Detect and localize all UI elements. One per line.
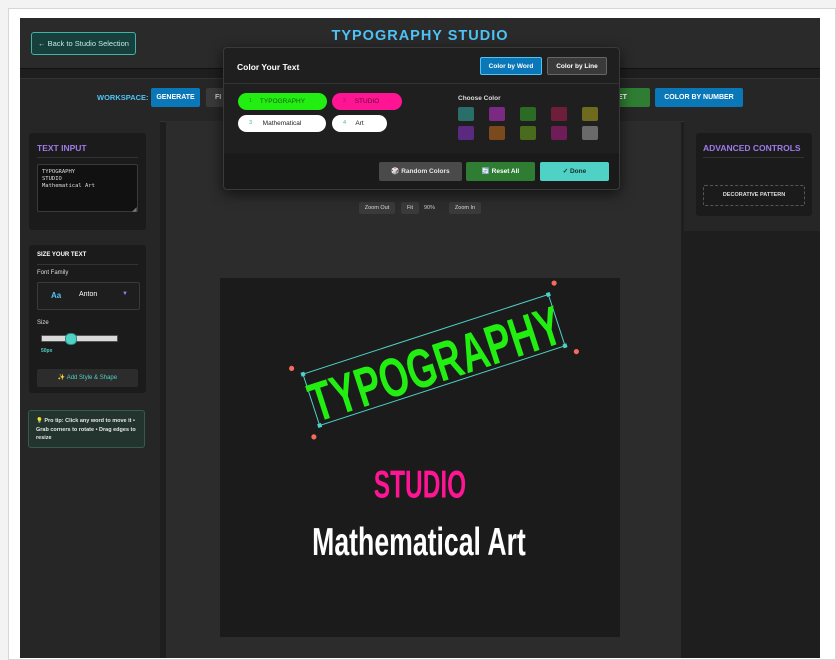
typography-word[interactable]: TYPOGRAPHY (301, 294, 569, 434)
artwork-canvas[interactable]: TYPOGRAPHY STUDIO Mathematical Art (220, 278, 620, 637)
color-swatch[interactable] (582, 126, 598, 140)
zoom-in-button[interactable]: Zoom In (449, 202, 481, 214)
color-swatch[interactable] (489, 107, 505, 121)
font-family-value: Anton (79, 291, 98, 298)
done-button[interactable]: ✓ Done (540, 162, 609, 181)
choose-color-label: Choose Color (458, 95, 501, 102)
pro-tip: 💡 Pro tip: Click any word to move it • G… (28, 410, 145, 448)
rotate-handle[interactable] (573, 348, 580, 355)
app-window: ← Back to Studio Selection TYPOGRAPHY ST… (20, 18, 820, 658)
zoom-level: 90% (424, 205, 436, 211)
color-swatch[interactable] (520, 107, 536, 121)
generate-button[interactable]: GENERATE (151, 88, 200, 107)
divider (37, 264, 138, 265)
decorative-pattern-button[interactable]: DECORATIVE PATTERN (703, 185, 805, 206)
artwork-svg: TYPOGRAPHY STUDIO Mathematical Art (288, 280, 579, 564)
size-slider[interactable] (41, 333, 118, 345)
color-swatch[interactable] (458, 126, 474, 140)
left-sidebar: TEXT INPUT TYPOGRAPHY STUDIO Mathematica… (20, 121, 160, 658)
resize-handle-icon[interactable]: ◢ (132, 206, 137, 213)
size-panel-title: SIZE YOUR TEXT (37, 252, 87, 258)
color-swatch[interactable] (489, 126, 505, 140)
random-colors-button[interactable]: 🎲 Random Colors (379, 162, 462, 181)
fit-button[interactable]: Fit (401, 202, 419, 214)
add-style-shape-button[interactable]: ✨ Add Style & Shape (37, 369, 138, 387)
color-swatch[interactable] (458, 107, 474, 121)
word-chip-studio[interactable]: 2 STUDIO (332, 93, 402, 110)
font-family-label: Font Family (37, 270, 69, 276)
rotate-handle[interactable] (551, 280, 558, 287)
size-panel: SIZE YOUR TEXT Font Family Aa Anton ▼ Si… (29, 245, 146, 393)
color-swatch[interactable] (551, 107, 567, 121)
app-title: TYPOGRAPHY STUDIO (331, 28, 509, 44)
advanced-controls-title: ADVANCED CONTROLS (703, 143, 801, 153)
color-swatch[interactable] (520, 126, 536, 140)
word-label: Mathematical (262, 120, 302, 127)
font-family-select[interactable]: Aa Anton ▼ (37, 282, 140, 310)
font-icon: Aa (51, 291, 62, 300)
size-value: 50px (41, 348, 53, 354)
rotate-handle[interactable] (311, 434, 318, 441)
word-chip-mathematical[interactable]: 3 Mathematical (238, 115, 326, 132)
color-swatch[interactable] (551, 126, 567, 140)
color-swatch[interactable] (582, 107, 598, 121)
zoom-out-button[interactable]: Zoom Out (359, 202, 395, 214)
size-slider-thumb[interactable] (64, 333, 77, 345)
text-input-panel: TEXT INPUT TYPOGRAPHY STUDIO Mathematica… (29, 133, 146, 230)
word-label: STUDIO (354, 98, 380, 105)
word-chip-typography[interactable]: 1 TYPOGRAPHY (238, 93, 327, 110)
color-your-text-modal: Color Your Text Color by Word Color by L… (223, 47, 620, 190)
modal-title: Color Your Text (237, 62, 300, 72)
word-label: TYPOGRAPHY (259, 98, 306, 105)
size-label: Size (37, 320, 49, 326)
advanced-controls-panel: ADVANCED CONTROLS DECORATIVE PATTERN (696, 133, 812, 216)
studio-word[interactable]: STUDIO (374, 462, 466, 506)
workspace-label: WORKSPACE: (97, 93, 149, 102)
divider (37, 157, 138, 158)
right-sidebar: ADVANCED CONTROLS DECORATIVE PATTERN (684, 121, 820, 231)
word-label: Art (355, 120, 364, 127)
divider (703, 157, 804, 158)
color-by-line-button[interactable]: Color by Line (547, 57, 607, 75)
color-by-number-button[interactable]: COLOR BY NUMBER (655, 88, 743, 107)
typography-word-group[interactable]: TYPOGRAPHY (288, 280, 579, 440)
reset-all-button[interactable]: 🔄 Reset All (466, 162, 535, 181)
word-chip-art[interactable]: 4 Art (332, 115, 387, 132)
rotate-handle[interactable] (288, 365, 295, 372)
color-by-word-button[interactable]: Color by Word (480, 57, 542, 75)
divider (224, 83, 619, 84)
text-input-field[interactable]: TYPOGRAPHY STUDIO Mathematical Art (37, 164, 138, 212)
mathematical-art-line[interactable]: Mathematical Art (312, 521, 526, 564)
text-input-title: TEXT INPUT (37, 143, 87, 153)
chevron-down-icon: ▼ (122, 291, 128, 297)
